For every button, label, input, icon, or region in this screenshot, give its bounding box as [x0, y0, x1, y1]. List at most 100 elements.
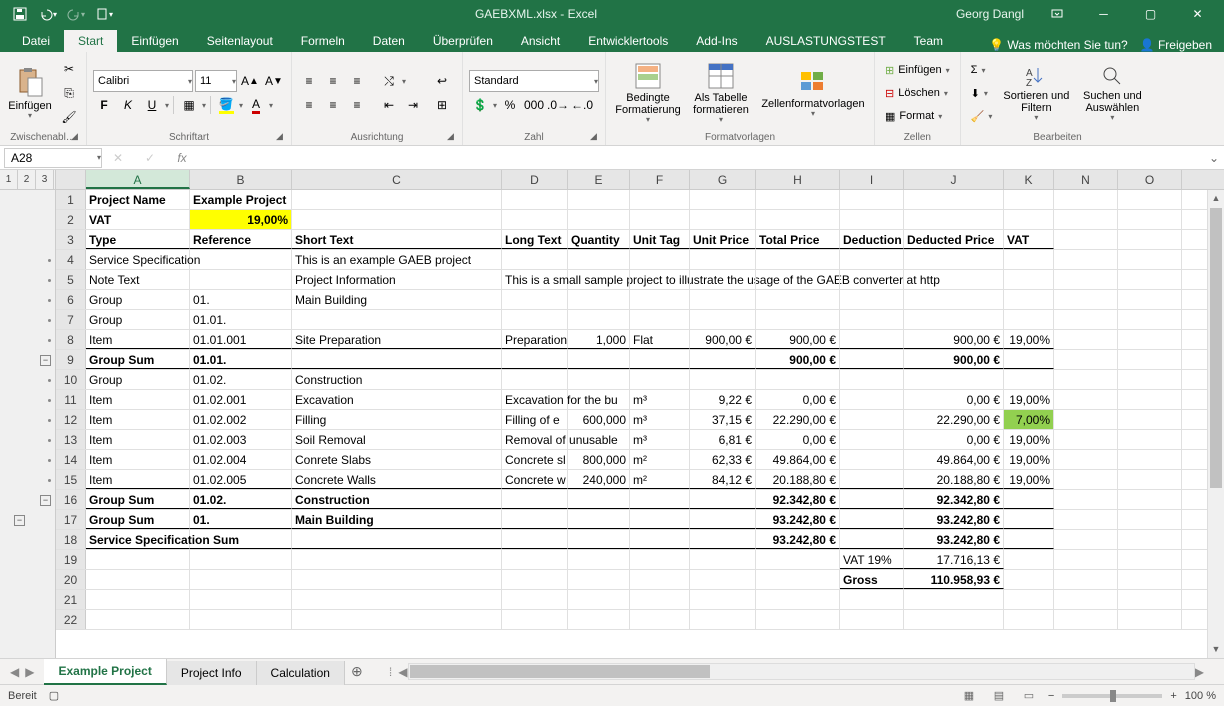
cell-J13[interactable]: 0,00 € — [904, 430, 1004, 449]
cell-I17[interactable] — [840, 510, 904, 529]
cell-E16[interactable] — [568, 490, 630, 509]
cell-O6[interactable] — [1118, 290, 1182, 309]
cell-I7[interactable] — [840, 310, 904, 329]
cell-F17[interactable] — [630, 510, 690, 529]
cell-D18[interactable] — [502, 530, 568, 549]
cell-O15[interactable] — [1118, 470, 1182, 489]
outline-level-3[interactable]: 3 — [36, 170, 54, 189]
cell-G12[interactable]: 37,15 € — [690, 410, 756, 429]
orientation-icon[interactable]: ⤭ — [378, 70, 400, 92]
cell-D6[interactable] — [502, 290, 568, 309]
outline-collapse[interactable]: − — [40, 355, 51, 366]
format-painter-icon[interactable]: 🖌 — [58, 106, 80, 128]
cell-B22[interactable] — [190, 610, 292, 629]
cell-K16[interactable] — [1004, 490, 1054, 509]
cell-A12[interactable]: Item — [86, 410, 190, 429]
paste-button[interactable]: Einfügen▾ — [6, 56, 54, 130]
cell-I16[interactable] — [840, 490, 904, 509]
cell-K8[interactable]: 19,00% — [1004, 330, 1054, 349]
zoom-out-icon[interactable]: − — [1048, 690, 1054, 702]
cell-H12[interactable]: 22.290,00 € — [756, 410, 840, 429]
formula-input[interactable] — [202, 148, 1204, 168]
cell-A3[interactable]: Type — [86, 230, 190, 249]
cell-N11[interactable] — [1054, 390, 1118, 409]
cell-A21[interactable] — [86, 590, 190, 609]
cell-N3[interactable] — [1054, 230, 1118, 249]
cell-N14[interactable] — [1054, 450, 1118, 469]
column-header-A[interactable]: A — [86, 170, 190, 189]
cell-F18[interactable] — [630, 530, 690, 549]
column-header-N[interactable]: N — [1054, 170, 1118, 189]
column-header-I[interactable]: I — [840, 170, 904, 189]
cell-O9[interactable] — [1118, 350, 1182, 369]
accept-formula-icon[interactable]: ✓ — [138, 148, 162, 168]
cell-K7[interactable] — [1004, 310, 1054, 329]
cell-C14[interactable]: Conrete Slabs — [292, 450, 502, 469]
cell-H6[interactable] — [756, 290, 840, 309]
cell-N4[interactable] — [1054, 250, 1118, 269]
cell-F13[interactable]: m³ — [630, 430, 690, 449]
cell-G19[interactable] — [690, 550, 756, 569]
scroll-thumb[interactable] — [1210, 208, 1222, 488]
cell-F16[interactable] — [630, 490, 690, 509]
cell-H7[interactable] — [756, 310, 840, 329]
cell-I20[interactable]: Gross — [840, 570, 904, 589]
column-header-G[interactable]: G — [690, 170, 756, 189]
outline-level-1[interactable]: 1 — [0, 170, 18, 189]
cell-N1[interactable] — [1054, 190, 1118, 209]
dialog-launcher-icon[interactable]: ◢ — [276, 131, 288, 143]
cell-J9[interactable]: 900,00 € — [904, 350, 1004, 369]
ribbon-tab-einfügen[interactable]: Einfügen — [117, 30, 192, 52]
cell-H10[interactable] — [756, 370, 840, 389]
cell-G2[interactable] — [690, 210, 756, 229]
cell-C15[interactable]: Concrete Walls — [292, 470, 502, 489]
cell-E10[interactable] — [568, 370, 630, 389]
scroll-left-icon[interactable]: ◀ — [398, 665, 407, 679]
cell-D11[interactable]: Excavation for the bu — [502, 390, 568, 409]
cell-F15[interactable]: m² — [630, 470, 690, 489]
cell-O22[interactable] — [1118, 610, 1182, 629]
row-header-16[interactable]: 16 — [56, 490, 86, 509]
cell-J3[interactable]: Deducted Price — [904, 230, 1004, 249]
cell-O5[interactable] — [1118, 270, 1182, 289]
horizontal-scrollbar[interactable] — [408, 663, 1195, 680]
cell-D4[interactable] — [502, 250, 568, 269]
cell-J4[interactable] — [904, 250, 1004, 269]
cell-G20[interactable] — [690, 570, 756, 589]
sheet-nav-prev-icon[interactable]: ◀ — [10, 665, 19, 679]
increase-indent-icon[interactable]: ⇥ — [402, 94, 424, 116]
cell-C20[interactable] — [292, 570, 502, 589]
cell-K17[interactable] — [1004, 510, 1054, 529]
cell-D2[interactable] — [502, 210, 568, 229]
dialog-launcher-icon[interactable]: ◢ — [71, 131, 83, 143]
expand-formula-bar-icon[interactable]: ⌄ — [1204, 151, 1224, 165]
cell-E3[interactable]: Quantity — [568, 230, 630, 249]
cell-N9[interactable] — [1054, 350, 1118, 369]
cell-K4[interactable] — [1004, 250, 1054, 269]
cell-K22[interactable] — [1004, 610, 1054, 629]
cell-A16[interactable]: Group Sum — [86, 490, 190, 509]
cell-N10[interactable] — [1054, 370, 1118, 389]
cell-K18[interactable] — [1004, 530, 1054, 549]
cell-H9[interactable]: 900,00 € — [756, 350, 840, 369]
ribbon-tab-seitenlayout[interactable]: Seitenlayout — [193, 30, 287, 52]
scroll-right-icon[interactable]: ▶ — [1195, 665, 1204, 679]
cell-H22[interactable] — [756, 610, 840, 629]
cell-I12[interactable] — [840, 410, 904, 429]
cell-B6[interactable]: 01. — [190, 290, 292, 309]
cell-G13[interactable]: 6,81 € — [690, 430, 756, 449]
cell-E4[interactable] — [568, 250, 630, 269]
cell-G22[interactable] — [690, 610, 756, 629]
row-header-15[interactable]: 15 — [56, 470, 86, 489]
cell-E7[interactable] — [568, 310, 630, 329]
cell-F14[interactable]: m² — [630, 450, 690, 469]
delete-cells-button[interactable]: ⊟Löschen ▾ — [881, 82, 954, 104]
cell-N22[interactable] — [1054, 610, 1118, 629]
cell-A13[interactable]: Item — [86, 430, 190, 449]
cell-J19[interactable]: 17.716,13 € — [904, 550, 1004, 569]
cell-E13[interactable] — [568, 430, 630, 449]
cell-J8[interactable]: 900,00 € — [904, 330, 1004, 349]
undo-icon[interactable]: ▾ — [36, 2, 60, 26]
cell-B10[interactable]: 01.02. — [190, 370, 292, 389]
new-file-icon[interactable]: ▾ — [92, 2, 116, 26]
